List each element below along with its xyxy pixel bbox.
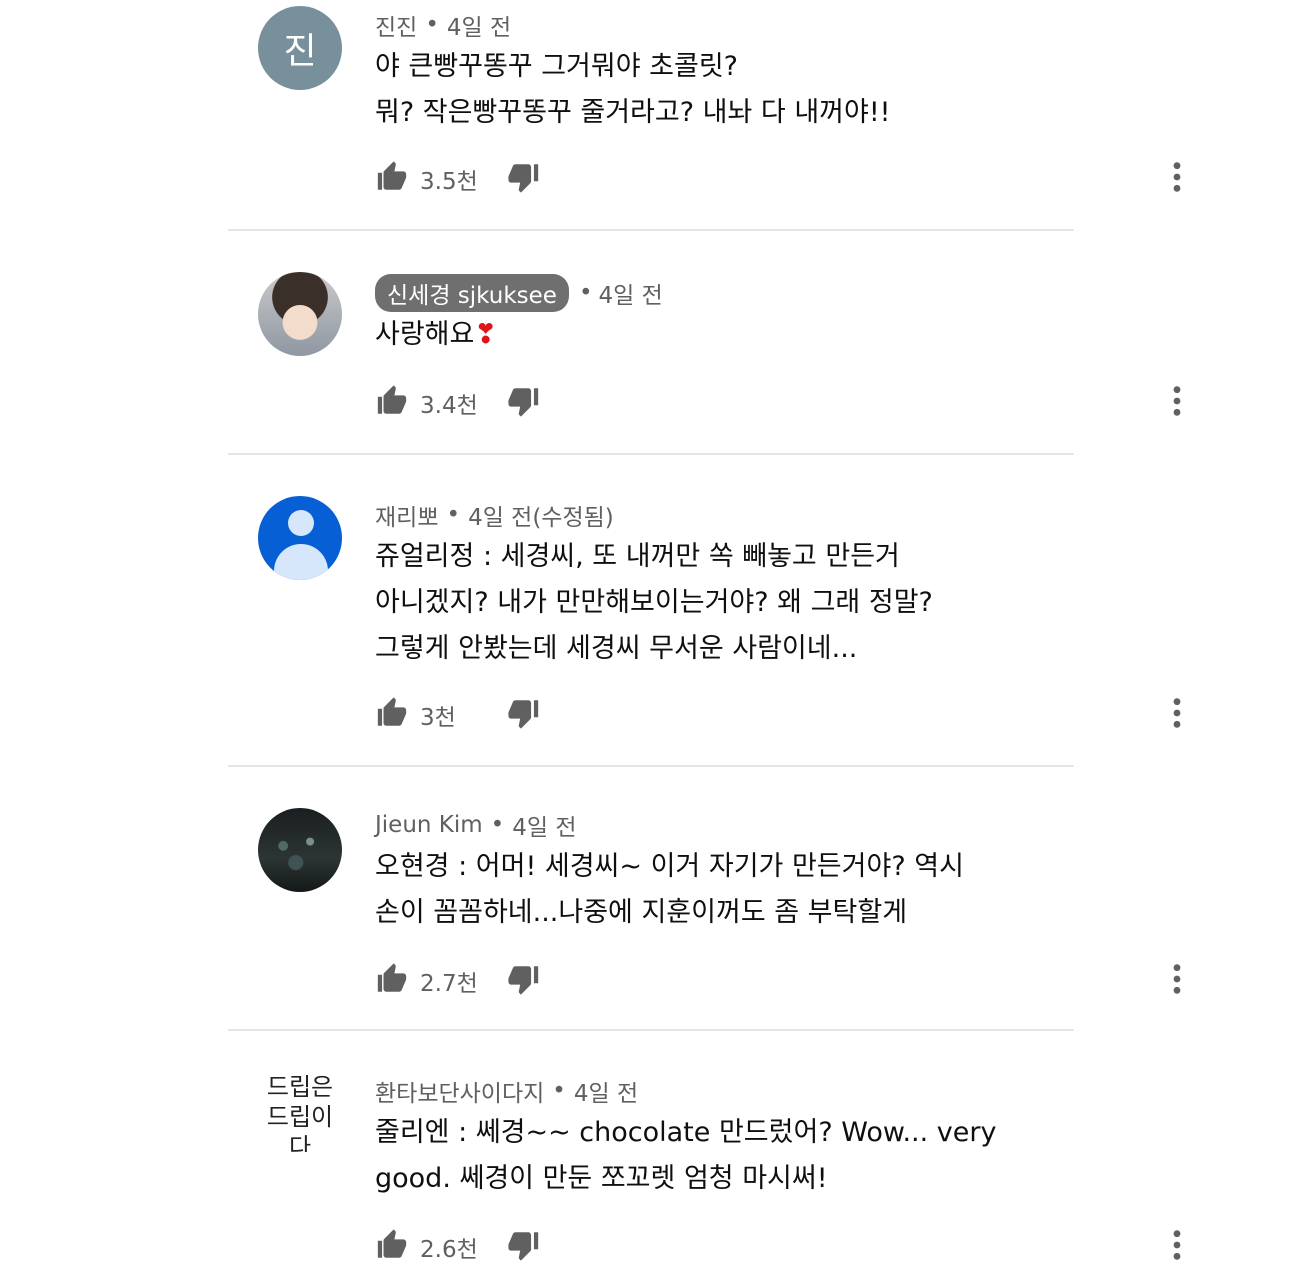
comment-meta: 환타보단사이다지 • 4일 전 bbox=[375, 1074, 638, 1108]
avatar-letter: 진 bbox=[283, 31, 317, 72]
comment-author[interactable]: Jieun Kim bbox=[375, 812, 483, 838]
default-avatar-head bbox=[288, 510, 314, 536]
comment-line: 줄리엔 : 쎄경~~ chocolate 만드렀어? Wow... very bbox=[375, 1117, 997, 1148]
comment-actions: 3.5천 bbox=[375, 160, 1181, 200]
more-vert-icon[interactable] bbox=[1171, 384, 1183, 418]
thumbs-down-icon[interactable] bbox=[507, 696, 541, 730]
comment-time[interactable]: 4일 전 bbox=[574, 1074, 638, 1108]
comment-line-text: 사랑해요 bbox=[375, 319, 475, 350]
comment-text: 오현경 : 어머! 세경씨~ 이거 자기가 만든거야? 역시 손이 꼼꼼하네..… bbox=[375, 844, 1055, 936]
comment-divider bbox=[228, 453, 1074, 455]
comment-divider bbox=[228, 765, 1074, 767]
comment-thread: 진 진진 • 4일 전 야 큰빵꾸똥꾸 그거뭐야 초콜릿? 뭐? 작은빵꾸똥꾸 … bbox=[0, 0, 1290, 1286]
more-vert-icon[interactable] bbox=[1171, 160, 1183, 194]
comment-meta: 진진 • 4일 전 bbox=[375, 8, 511, 42]
meta-separator: • bbox=[490, 812, 505, 838]
comment-text: 쥬얼리정 : 세경씨, 또 내꺼만 쏙 빼놓고 만든거 아니겠지? 내가 만만해… bbox=[375, 534, 1055, 672]
avatar[interactable]: 드립은 드립이다 bbox=[258, 1068, 342, 1152]
meta-separator: • bbox=[552, 1078, 566, 1104]
thumbs-up-icon[interactable] bbox=[375, 384, 409, 418]
comment-meta: 신세경 sjkuksee • 4일 전 bbox=[375, 274, 663, 312]
thumbs-down-icon[interactable] bbox=[507, 384, 541, 418]
comment-author-badge[interactable]: 신세경 sjkuksee bbox=[375, 274, 569, 312]
meta-separator: • bbox=[446, 502, 461, 528]
comment-time[interactable]: 4일 전 bbox=[447, 8, 511, 42]
comment-divider bbox=[228, 229, 1074, 231]
comment-line: 사랑해요❣ bbox=[375, 312, 1055, 358]
comment-author[interactable]: 재리뽀 bbox=[375, 498, 438, 532]
comment-meta: 재리뽀 • 4일 전(수정됨) bbox=[375, 498, 614, 532]
comment-line: 쥬얼리정 : 세경씨, 또 내꺼만 쏙 빼놓고 만든거 bbox=[375, 541, 900, 572]
comment-line: 그렇게 안봤는데 세경씨 무서운 사람이네... bbox=[375, 633, 858, 664]
comment-actions: 3천 bbox=[375, 696, 1181, 736]
comment-actions: 2.7천 bbox=[375, 962, 1181, 1002]
default-avatar-body bbox=[274, 544, 328, 580]
comment-time[interactable]: 4일 전 bbox=[512, 808, 576, 842]
comment-line: good. 쎄경이 만둔 쪼꼬렛 엄청 마시써! bbox=[375, 1163, 828, 1194]
comment-line: 오현경 : 어머! 세경씨~ 이거 자기가 만든거야? 역시 bbox=[375, 851, 964, 882]
more-vert-icon[interactable] bbox=[1171, 696, 1183, 730]
thumbs-down-icon[interactable] bbox=[507, 1228, 541, 1262]
like-count: 2.7천 bbox=[420, 971, 478, 997]
thumbs-down-icon[interactable] bbox=[507, 962, 541, 996]
like-count: 2.6천 bbox=[420, 1237, 478, 1263]
like-count: 3천 bbox=[420, 705, 456, 731]
comment-time[interactable]: 4일 전(수정됨) bbox=[468, 498, 614, 532]
comment-line: 야 큰빵꾸똥꾸 그거뭐야 초콜릿? bbox=[375, 51, 738, 82]
avatar[interactable] bbox=[258, 272, 342, 356]
comment-author[interactable]: 진진 bbox=[375, 8, 417, 42]
like-count: 3.4천 bbox=[420, 393, 478, 419]
avatar-text-line: 드립은 bbox=[266, 1073, 334, 1101]
like-count: 3.5천 bbox=[420, 169, 478, 195]
meta-separator: • bbox=[578, 280, 593, 306]
comment-meta: Jieun Kim • 4일 전 bbox=[375, 808, 577, 842]
comment-line: 손이 꼼꼼하네...나중에 지훈이꺼도 좀 부탁할게 bbox=[375, 897, 908, 928]
thumbs-up-icon[interactable] bbox=[375, 160, 409, 194]
avatar[interactable] bbox=[258, 496, 342, 580]
thumbs-down-icon[interactable] bbox=[507, 160, 541, 194]
comment-text: 사랑해요❣ bbox=[375, 312, 1055, 358]
more-vert-icon[interactable] bbox=[1171, 1228, 1183, 1262]
avatar-text-line: 드립이다 bbox=[266, 1103, 334, 1152]
comment-line: 뭐? 작은빵꾸똥꾸 줄거라고? 내놔 다 내꺼야!! bbox=[375, 97, 891, 128]
comment-actions: 3.4천 bbox=[375, 384, 1181, 424]
thumbs-up-icon[interactable] bbox=[375, 696, 409, 730]
avatar[interactable] bbox=[258, 808, 342, 892]
avatar[interactable]: 진 bbox=[258, 6, 342, 90]
comment-divider bbox=[228, 1029, 1074, 1031]
comment-line: 아니겠지? 내가 만만해보이는거야? 왜 그래 정말? bbox=[375, 587, 933, 618]
comment-text: 야 큰빵꾸똥꾸 그거뭐야 초콜릿? 뭐? 작은빵꾸똥꾸 줄거라고? 내놔 다 내… bbox=[375, 44, 1055, 136]
comment-actions: 2.6천 bbox=[375, 1228, 1181, 1268]
comment-author[interactable]: 환타보단사이다지 bbox=[375, 1074, 544, 1108]
more-vert-icon[interactable] bbox=[1171, 962, 1183, 996]
heart-emoji: ❣ bbox=[474, 319, 497, 350]
thumbs-up-icon[interactable] bbox=[375, 1228, 409, 1262]
thumbs-up-icon[interactable] bbox=[375, 962, 409, 996]
meta-separator: • bbox=[425, 12, 439, 38]
comment-text: 줄리엔 : 쎄경~~ chocolate 만드렀어? Wow... very g… bbox=[375, 1110, 1055, 1202]
comment-time[interactable]: 4일 전 bbox=[599, 276, 663, 310]
